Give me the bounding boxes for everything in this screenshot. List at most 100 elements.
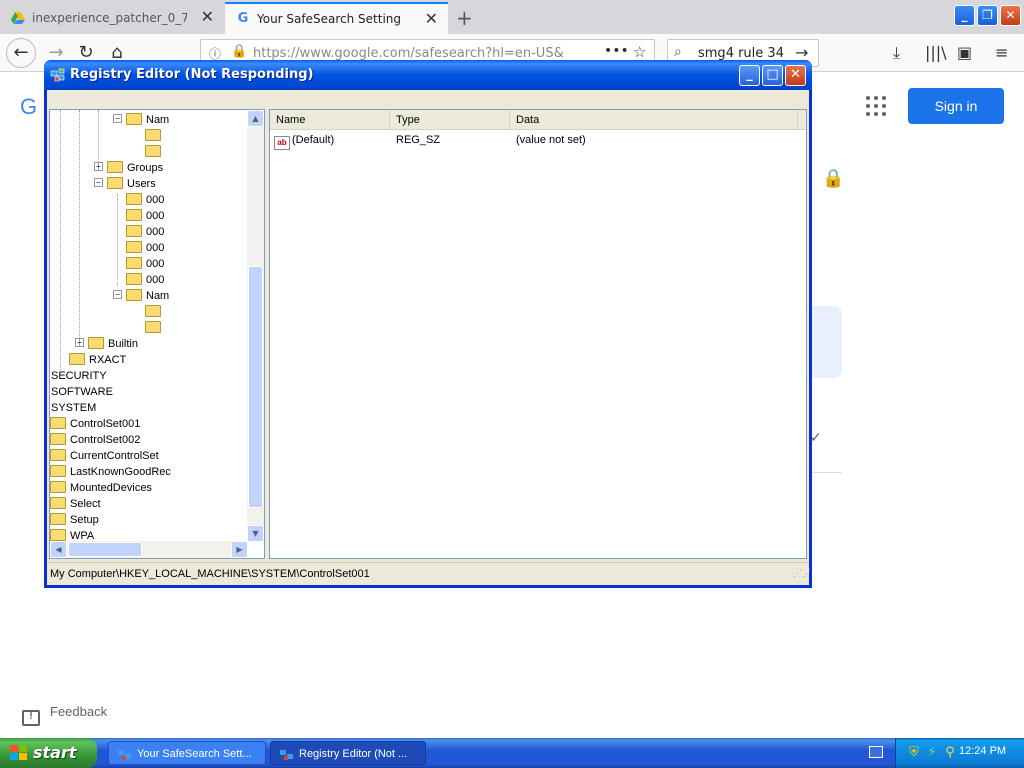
tree-node[interactable]: + Groups — [94, 160, 163, 176]
new-tab-button[interactable]: + — [456, 6, 473, 30]
tree-node[interactable]: +CurrentControlSet — [50, 448, 159, 464]
tree-node[interactable] — [145, 144, 165, 160]
bookmark-star-icon[interactable]: ☆ — [633, 43, 646, 61]
google-apps-icon[interactable] — [866, 96, 886, 116]
keyboard-icon[interactable] — [869, 746, 883, 758]
tree-node[interactable]: MountedDevices — [50, 480, 152, 496]
tree-node[interactable]: 000 — [126, 224, 164, 240]
folder-icon — [126, 193, 142, 205]
tree-node[interactable]: +ControlSet001 — [50, 416, 140, 432]
tree-node-label: Users — [127, 178, 156, 190]
search-input[interactable]: smg4 rule 34 — [698, 46, 784, 61]
column-header-data[interactable]: Data — [510, 110, 798, 130]
taskbar-item-browser[interactable]: Your SafeSearch Sett... — [108, 741, 266, 765]
tree-node[interactable]: 000 — [126, 272, 164, 288]
value-name: (Default) — [292, 134, 335, 146]
tree-node-label: 000 — [146, 274, 165, 286]
browser-tab-bar: inexperience_patcher_0_7_2_by ✕ G Your S… — [0, 0, 1024, 34]
tree-node[interactable]: 000 — [126, 240, 164, 256]
tree-node[interactable]: LastKnownGoodRec — [50, 464, 171, 480]
tab-safesearch[interactable]: G Your SafeSearch Setting ✕ — [225, 2, 448, 34]
registry-values-pane[interactable]: Name Type Data ab (Default) REG_SZ (value… — [269, 109, 807, 559]
resize-grip-icon[interactable]: ⋰⋰ — [793, 569, 811, 582]
scroll-up-icon[interactable]: ▲ — [247, 110, 264, 127]
scroll-down-icon[interactable]: ▼ — [247, 525, 264, 542]
start-button[interactable]: start — [0, 738, 97, 768]
tree-node[interactable] — [145, 304, 165, 320]
folder-icon — [50, 513, 66, 525]
tree-node-label: Select — [70, 498, 101, 510]
tree-node[interactable] — [145, 320, 165, 336]
tree-node[interactable]: − Users — [94, 176, 156, 192]
tree-guide-line — [79, 110, 80, 346]
regedit-close-button[interactable]: ✕ — [785, 65, 806, 86]
tree-guide-line — [60, 110, 61, 370]
search-tray-icon[interactable]: ⚲ — [942, 745, 958, 761]
value-data: (value not set) — [516, 134, 586, 146]
registry-editor-window[interactable]: Registry Editor (Not Responding) _ □ ✕ −… — [44, 60, 812, 588]
security-shield-icon[interactable]: ⛨ — [906, 745, 922, 761]
values-column-header: Name Type Data — [270, 110, 806, 130]
back-arrow-icon[interactable]: ← — [6, 38, 36, 68]
tree-node[interactable]: +Setup — [50, 512, 99, 528]
library-icon[interactable]: |||\ — [925, 43, 947, 62]
scroll-thumb[interactable] — [248, 266, 263, 508]
tree-node[interactable]: Select — [50, 496, 101, 512]
value-row[interactable]: ab (Default) — [274, 132, 334, 150]
tree-node[interactable]: +SOFTWARE — [50, 384, 113, 400]
google-logo[interactable]: G — [20, 94, 37, 120]
taskbar-item-regedit[interactable]: Registry Editor (Not ... — [270, 741, 426, 765]
tree-node[interactable]: SECURITY — [50, 368, 107, 384]
regedit-menu-bar[interactable] — [47, 90, 809, 109]
folder-icon — [50, 449, 66, 461]
regedit-title-bar[interactable]: Registry Editor (Not Responding) _ □ ✕ — [44, 60, 812, 90]
browser-restore-button[interactable]: ❐ — [977, 5, 998, 26]
folder-icon — [107, 177, 123, 189]
column-header-type[interactable]: Type — [390, 110, 510, 130]
tree-node[interactable]: −SYSTEM — [50, 400, 96, 416]
scroll-left-icon[interactable]: ◀ — [50, 541, 67, 558]
tree-node[interactable]: − Nam — [113, 112, 169, 128]
browser-close-button[interactable]: ✕ — [1000, 5, 1021, 26]
url-text[interactable]: https://www.google.com/safesearch?hl=en-… — [253, 46, 563, 61]
collapse-icon[interactable]: − — [113, 114, 122, 123]
tree-node[interactable]: 000 — [126, 192, 164, 208]
download-icon[interactable]: ⤓ — [893, 43, 900, 63]
status-path: My Computer\HKEY_LOCAL_MACHINE\SYSTEM\Co… — [50, 568, 370, 580]
tree-node[interactable]: 000 — [126, 208, 164, 224]
tab-close-icon[interactable]: ✕ — [425, 11, 438, 27]
sign-in-button[interactable]: Sign in — [908, 88, 1004, 124]
tree-horizontal-scrollbar[interactable]: ◀ ▶ — [50, 541, 248, 558]
tree-node[interactable] — [145, 128, 165, 144]
folder-icon — [145, 305, 161, 317]
browser-minimize-button[interactable]: _ — [954, 5, 975, 26]
tree-node-label: Setup — [70, 514, 99, 526]
tree-node[interactable]: RXACT — [69, 352, 126, 368]
column-header-name[interactable]: Name — [270, 110, 390, 130]
tab-patcher[interactable]: inexperience_patcher_0_7_2_by ✕ — [0, 2, 224, 34]
tree-node[interactable]: +ControlSet002 — [50, 432, 140, 448]
regedit-minimize-button[interactable]: _ — [739, 65, 760, 86]
tree-vertical-scrollbar[interactable]: ▲ ▼ — [247, 110, 264, 542]
collapse-icon[interactable]: − — [94, 178, 103, 187]
system-tray: ⛨ ⚡ ⚲ 12:24 PM — [895, 738, 1024, 768]
scroll-right-icon[interactable]: ▶ — [231, 541, 248, 558]
regedit-maximize-button[interactable]: □ — [762, 65, 783, 86]
sidebar-icon[interactable]: ▣ — [957, 43, 972, 62]
page-actions-icon[interactable]: ••• — [604, 43, 629, 59]
tree-node-label: Builtin — [108, 338, 138, 350]
feedback-link[interactable]: ! Feedback — [22, 704, 107, 726]
tree-guide-line — [117, 194, 118, 286]
scroll-thumb[interactable] — [68, 542, 142, 557]
regedit-body: − Nam + Groups − Users 000 000 000 000 000 000 − Nam +… — [47, 90, 811, 585]
network-icon[interactable]: ⚡ — [924, 745, 940, 761]
collapse-icon[interactable]: − — [113, 290, 122, 299]
hamburger-menu-icon[interactable]: ≡ — [995, 43, 1008, 62]
tree-node[interactable]: 000 — [126, 256, 164, 272]
windows-logo-icon — [10, 745, 28, 761]
registry-tree-pane[interactable]: − Nam + Groups − Users 000 000 000 000 000 000 − Nam +… — [49, 109, 265, 559]
tree-node[interactable]: − Nam — [113, 288, 169, 304]
tab-close-icon[interactable]: ✕ — [201, 9, 214, 25]
task-label: Registry Editor (Not ... — [299, 748, 408, 760]
tree-node[interactable]: + Builtin — [75, 336, 138, 352]
